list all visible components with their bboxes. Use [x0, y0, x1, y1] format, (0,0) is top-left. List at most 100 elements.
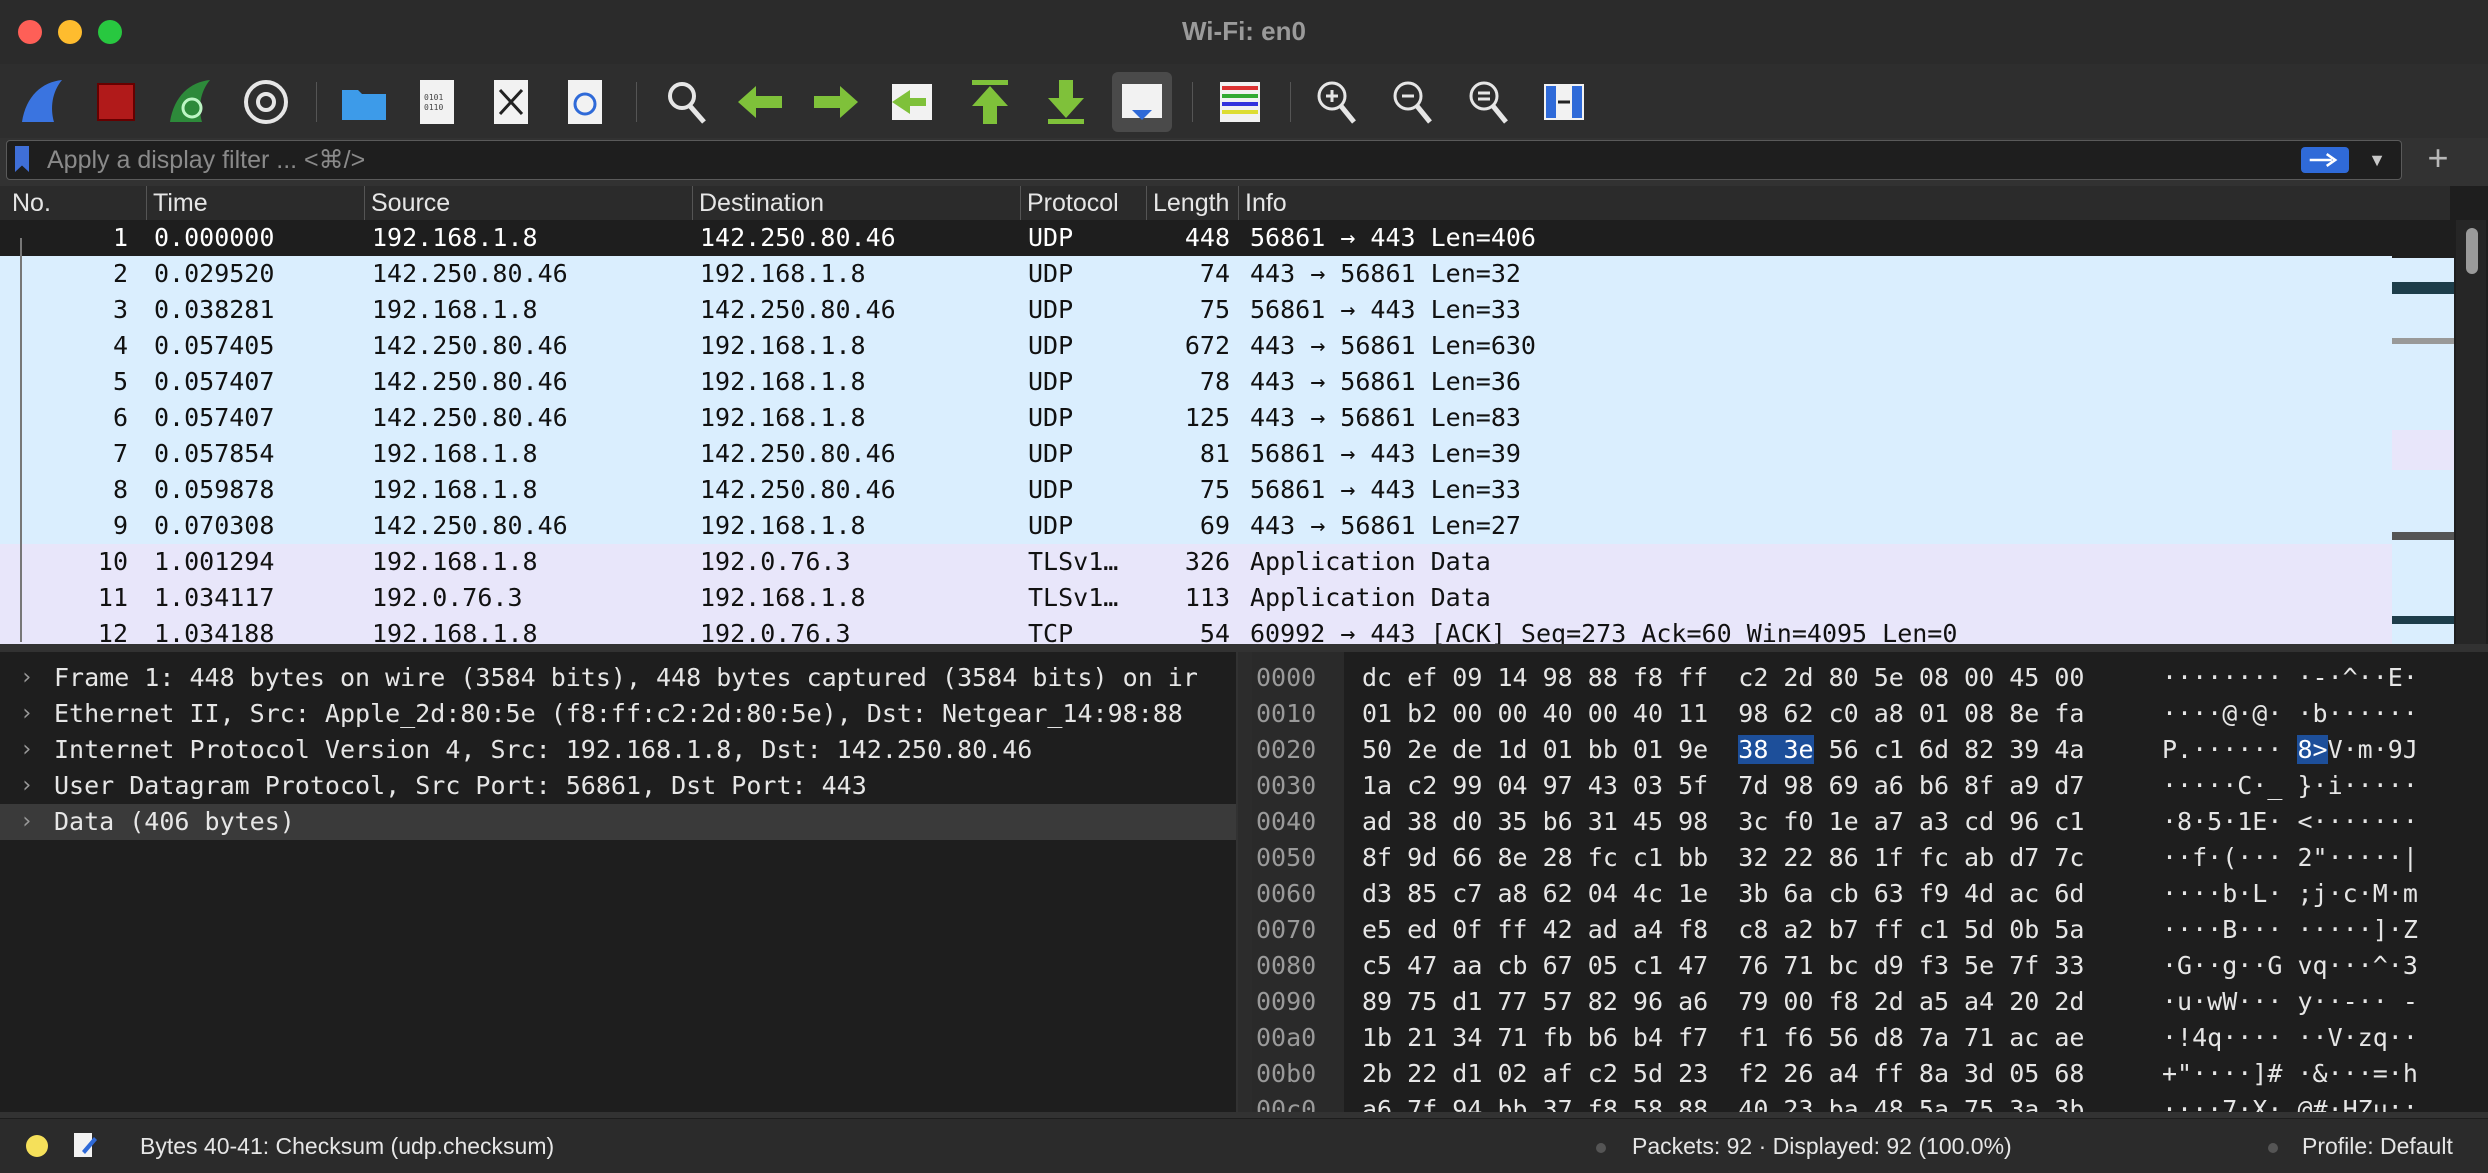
packet-row[interactable]: 12 1.034188 192.168.1.8 192.0.76.3 TCP 54 6099… — [0, 616, 2392, 644]
go-to-packet-icon[interactable] — [882, 72, 942, 132]
bytes-ascii[interactable]: ·8·5·1E· <······· — [2162, 804, 2418, 840]
bytes-row[interactable]: 0060 d3 85 c7 a8 62 04 4c 1e 3b 6a cb 63 … — [1252, 876, 2488, 912]
packet-row[interactable]: 7 0.057854 192.168.1.8 142.250.80.46 UDP 81 56… — [0, 436, 2392, 472]
display-filter-input[interactable] — [45, 143, 2299, 177]
status-profile[interactable]: Profile: Default — [2302, 1133, 2453, 1160]
packet-list-scrollbar[interactable] — [2456, 220, 2486, 644]
bytes-row[interactable]: 0080 c5 47 aa cb 67 05 c1 47 76 71 bc d9 … — [1252, 948, 2488, 984]
bytes-row[interactable]: 0030 1a c2 99 04 97 43 03 5f 7d 98 69 a6 … — [1252, 768, 2488, 804]
bytes-row[interactable]: 0000 dc ef 09 14 98 88 f8 ff c2 2d 80 5e … — [1252, 660, 2488, 696]
detail-row-ethernet[interactable]: › Ethernet II, Src: Apple_2d:80:5e (f8:ff… — [0, 696, 1236, 732]
packet-row[interactable]: 2 0.029520 142.250.80.46 192.168.1.8 UDP 74 44… — [0, 256, 2392, 292]
bytes-row[interactable]: 0050 8f 9d 66 8e 28 fc c1 bb 32 22 86 1f … — [1252, 840, 2488, 876]
detail-row-ip[interactable]: › Internet Protocol Version 4, Src: 192.1… — [0, 732, 1236, 768]
selected-bytes-highlight[interactable]: 38 3e — [1738, 735, 1814, 764]
packet-row[interactable]: 11 1.034117 192.0.76.3 192.168.1.8 TLSv1… 113… — [0, 580, 2392, 616]
capture-comment-icon[interactable] — [72, 1131, 98, 1161]
bytes-ascii[interactable]: +"····]# ·&···=·h — [2162, 1056, 2418, 1092]
bytes-row[interactable]: 0040 ad 38 d0 35 b6 31 45 98 3c f0 1e a7 … — [1252, 804, 2488, 840]
bytes-hex[interactable]: 01 b2 00 00 40 00 40 11 98 62 c0 a8 01 0… — [1362, 696, 2084, 732]
go-forward-icon[interactable] — [806, 72, 866, 132]
restart-capture-icon[interactable] — [160, 72, 220, 132]
bytes-ascii[interactable]: ·u·wW··· y··-·· - — [2162, 984, 2418, 1020]
bytes-hex[interactable]: 2b 22 d1 02 af c2 5d 23 f2 26 a4 ff 8a 3… — [1362, 1056, 2084, 1092]
bytes-hex[interactable]: 8f 9d 66 8e 28 fc c1 bb 32 22 86 1f fc a… — [1362, 840, 2084, 876]
capture-options-icon[interactable] — [236, 72, 296, 132]
filter-bookmark-icon[interactable] — [15, 146, 29, 172]
bytes-hex[interactable]: a6 7f 94 bb 37 f8 58 88 40 23 ba 48 5a 7… — [1362, 1092, 2084, 1112]
first-packet-icon[interactable] — [960, 72, 1020, 132]
bytes-hex[interactable]: d3 85 c7 a8 62 04 4c 1e 3b 6a cb 63 f9 4… — [1362, 876, 2084, 912]
bytes-ascii[interactable]: ··f·(··· 2"·····| — [2162, 840, 2418, 876]
bytes-row[interactable]: 00a0 1b 21 34 71 fb b6 b4 f7 f1 f6 56 d8 … — [1252, 1020, 2488, 1056]
normal-size-icon[interactable] — [1458, 72, 1518, 132]
detail-row-udp[interactable]: › User Datagram Protocol, Src Port: 56861… — [0, 768, 1236, 804]
zoom-out-icon[interactable] — [1382, 72, 1442, 132]
pane-splitter[interactable] — [1238, 652, 1252, 1112]
find-packet-icon[interactable] — [656, 72, 716, 132]
packet-row[interactable]: 4 0.057405 142.250.80.46 192.168.1.8 UDP 672 4… — [0, 328, 2392, 364]
expert-info-icon[interactable] — [26, 1135, 48, 1157]
chevron-down-icon[interactable]: ▼ — [2363, 145, 2391, 175]
packet-row[interactable]: 10 1.001294 192.168.1.8 192.0.76.3 TLSv1… 326… — [0, 544, 2392, 580]
bytes-hex[interactable]: e5 ed 0f ff 42 ad a4 f8 c8 a2 b7 ff c1 5… — [1362, 912, 2084, 948]
bytes-ascii[interactable]: ····B··· ·····]·Z — [2162, 912, 2418, 948]
stop-capture-icon[interactable] — [86, 72, 146, 132]
detail-row-frame[interactable]: › Frame 1: 448 bytes on wire (3584 bits),… — [0, 660, 1236, 696]
detail-row-data[interactable]: › Data (406 bytes) — [0, 804, 1236, 840]
packet-row[interactable]: 8 0.059878 192.168.1.8 142.250.80.46 UDP 75 56… — [0, 472, 2392, 508]
bytes-hex[interactable]: 50 2e de 1d 01 bb 01 9e 38 3e 56 c1 6d 8… — [1362, 732, 2085, 768]
packet-row[interactable]: 6 0.057407 142.250.80.46 192.168.1.8 UDP 125 4… — [0, 400, 2392, 436]
column-header-length[interactable]: Length — [1146, 186, 1237, 220]
bytes-hex[interactable]: 89 75 d1 77 57 82 96 a6 79 00 f8 2d a5 a… — [1362, 984, 2084, 1020]
bytes-ascii[interactable]: ····b·L· ;j·c·M·m — [2162, 876, 2418, 912]
go-back-icon[interactable] — [730, 72, 790, 132]
reload-file-icon[interactable] — [556, 72, 616, 132]
bytes-row[interactable]: 00b0 2b 22 d1 02 af c2 5d 23 f2 26 a4 ff … — [1252, 1056, 2488, 1092]
bytes-row[interactable]: 00c0 a6 7f 94 bb 37 f8 58 88 40 23 ba 48 … — [1252, 1092, 2488, 1112]
chevron-right-icon[interactable]: › — [20, 660, 33, 696]
bytes-row[interactable]: 0020 50 2e de 1d 01 bb 01 9e 38 3e 56 c1 … — [1252, 732, 2488, 768]
bytes-ascii[interactable]: ·G··g··G vq···^·3 — [2162, 948, 2418, 984]
chevron-right-icon[interactable]: › — [20, 696, 33, 732]
save-file-icon[interactable]: 0101 0110 — [408, 72, 468, 132]
open-file-icon[interactable] — [334, 72, 394, 132]
bytes-row[interactable]: 0010 01 b2 00 00 40 00 40 11 98 62 c0 a8 … — [1252, 696, 2488, 732]
bytes-ascii[interactable]: ········ ·-·^··E· — [2162, 660, 2418, 696]
bytes-hex[interactable]: c5 47 aa cb 67 05 c1 47 76 71 bc d9 f3 5… — [1362, 948, 2084, 984]
bytes-ascii[interactable]: ····7·X· @#·HZu:; — [2162, 1092, 2418, 1112]
packet-row[interactable]: 9 0.070308 142.250.80.46 192.168.1.8 UDP 69 44… — [0, 508, 2392, 544]
start-capture-icon[interactable] — [12, 72, 72, 132]
resize-columns-icon[interactable] — [1534, 72, 1594, 132]
bytes-hex[interactable]: 1b 21 34 71 fb b6 b4 f7 f1 f6 56 d8 7a 7… — [1362, 1020, 2084, 1056]
packet-row[interactable]: 1 0.000000 192.168.1.8 142.250.80.46 UDP 448 5… — [0, 220, 2392, 256]
bytes-row[interactable]: 0070 e5 ed 0f ff 42 ad a4 f8 c8 a2 b7 ff … — [1252, 912, 2488, 948]
bytes-hex[interactable]: 1a c2 99 04 97 43 03 5f 7d 98 69 a6 b6 8… — [1362, 768, 2084, 804]
column-header-source[interactable]: Source — [364, 186, 450, 220]
packet-list-scroll-thumb[interactable] — [2466, 228, 2478, 274]
column-header-destination[interactable]: Destination — [692, 186, 824, 220]
bytes-ascii[interactable]: ·!4q···· ··V·zq·· — [2162, 1020, 2418, 1056]
chevron-right-icon[interactable]: › — [20, 804, 33, 840]
packet-row[interactable]: 5 0.057407 142.250.80.46 192.168.1.8 UDP 78 44… — [0, 364, 2392, 400]
colorize-icon[interactable] — [1210, 72, 1270, 132]
add-filter-button[interactable]: + — [2418, 138, 2458, 178]
column-header-time[interactable]: Time — [146, 186, 208, 220]
close-file-icon[interactable] — [482, 72, 542, 132]
bytes-ascii[interactable]: P.······ 8>V·m·9J — [2162, 732, 2418, 768]
packet-minimap[interactable] — [2392, 220, 2454, 644]
bytes-hex[interactable]: dc ef 09 14 98 88 f8 ff c2 2d 80 5e 08 0… — [1362, 660, 2084, 696]
autoscroll-icon[interactable] — [1112, 72, 1172, 132]
selected-ascii-highlight[interactable]: 8> — [2297, 735, 2328, 764]
zoom-in-icon[interactable] — [1306, 72, 1366, 132]
column-header-info[interactable]: Info — [1238, 186, 1287, 220]
chevron-right-icon[interactable]: › — [20, 732, 33, 768]
column-header-protocol[interactable]: Protocol — [1020, 186, 1119, 220]
bytes-row[interactable]: 0090 89 75 d1 77 57 82 96 a6 79 00 f8 2d … — [1252, 984, 2488, 1020]
bytes-ascii[interactable]: ·····C·_ }·i····· — [2162, 768, 2418, 804]
last-packet-icon[interactable] — [1036, 72, 1096, 132]
chevron-right-icon[interactable]: › — [20, 768, 33, 804]
apply-filter-button[interactable] — [2301, 147, 2349, 173]
bytes-ascii[interactable]: ····@·@· ·b······ — [2162, 696, 2418, 732]
column-header-no[interactable]: No. — [6, 186, 51, 220]
